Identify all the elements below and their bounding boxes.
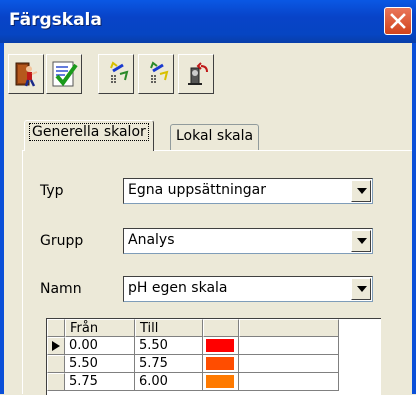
typ-select[interactable]: Egna uppsättningar [123,178,373,204]
table-cell-from[interactable]: 5.50 [65,355,135,373]
color-swatch [206,357,234,370]
row-indicator[interactable] [47,355,65,373]
table-cell-to[interactable]: 5.50 [135,337,203,355]
grupp-select[interactable]: Analys [123,228,373,254]
namn-value: pH egen skala [128,280,228,296]
row-indicator-header [47,319,65,337]
typ-dropdown-button[interactable] [351,180,371,202]
grid-empty-area [339,319,381,395]
row-indicator[interactable] [47,373,65,391]
close-icon [390,13,406,29]
edit-list-icon [150,61,169,83]
color-swatch [206,375,234,388]
color-swatch [206,339,234,352]
checkmark-icon [52,61,78,87]
table-cell-color[interactable] [203,337,239,355]
row-indicator[interactable] [47,337,65,355]
table-cell-color[interactable] [203,355,239,373]
approve-button[interactable] [46,54,82,94]
undo-icon [188,62,208,85]
column-header-till[interactable]: Till [135,319,203,337]
table-cell-empty[interactable] [239,373,339,391]
undo-button[interactable] [178,54,214,94]
column-header-fran[interactable]: Från [65,319,135,337]
window-frame-left [0,43,4,394]
close-button[interactable] [384,7,412,35]
grupp-label: Grupp [40,233,84,249]
current-row-arrow-icon [52,341,60,351]
namn-label: Namn [40,281,82,297]
tab-lokal-skala[interactable]: Lokal skala [170,124,260,150]
column-header-color[interactable] [203,319,239,337]
typ-label: Typ [40,183,64,199]
namn-select[interactable]: pH egen skala [123,276,373,302]
title-bar[interactable]: Färgskala [0,0,416,43]
table-cell-empty[interactable] [239,337,339,355]
chevron-down-icon [357,238,367,244]
grupp-dropdown-button[interactable] [351,230,371,252]
color-scale-grid[interactable]: Från Till 0.00 5.50 5.50 5.75 5.75 6.00 [46,318,381,395]
tab-generella-skalor[interactable]: Generella skalor [24,120,154,151]
export-button[interactable] [138,54,174,94]
exit-door-icon [15,62,38,87]
table-cell-to[interactable]: 5.75 [135,355,203,373]
grupp-value: Analys [128,232,175,248]
typ-value: Egna uppsättningar [128,182,266,198]
table-cell-empty[interactable] [239,355,339,373]
window-frame-right [412,43,416,394]
namn-dropdown-button[interactable] [351,278,371,300]
table-cell-from[interactable]: 0.00 [65,337,135,355]
chevron-down-icon [357,286,367,292]
table-cell-to[interactable]: 6.00 [135,373,203,391]
chevron-down-icon [357,188,367,194]
window-title: Färgskala [9,10,102,30]
exit-button[interactable] [8,54,44,94]
edit-list-icon [110,61,129,83]
import-button[interactable] [98,54,134,94]
column-header-extra [239,319,339,337]
table-cell-from[interactable]: 5.75 [65,373,135,391]
table-cell-color[interactable] [203,373,239,391]
